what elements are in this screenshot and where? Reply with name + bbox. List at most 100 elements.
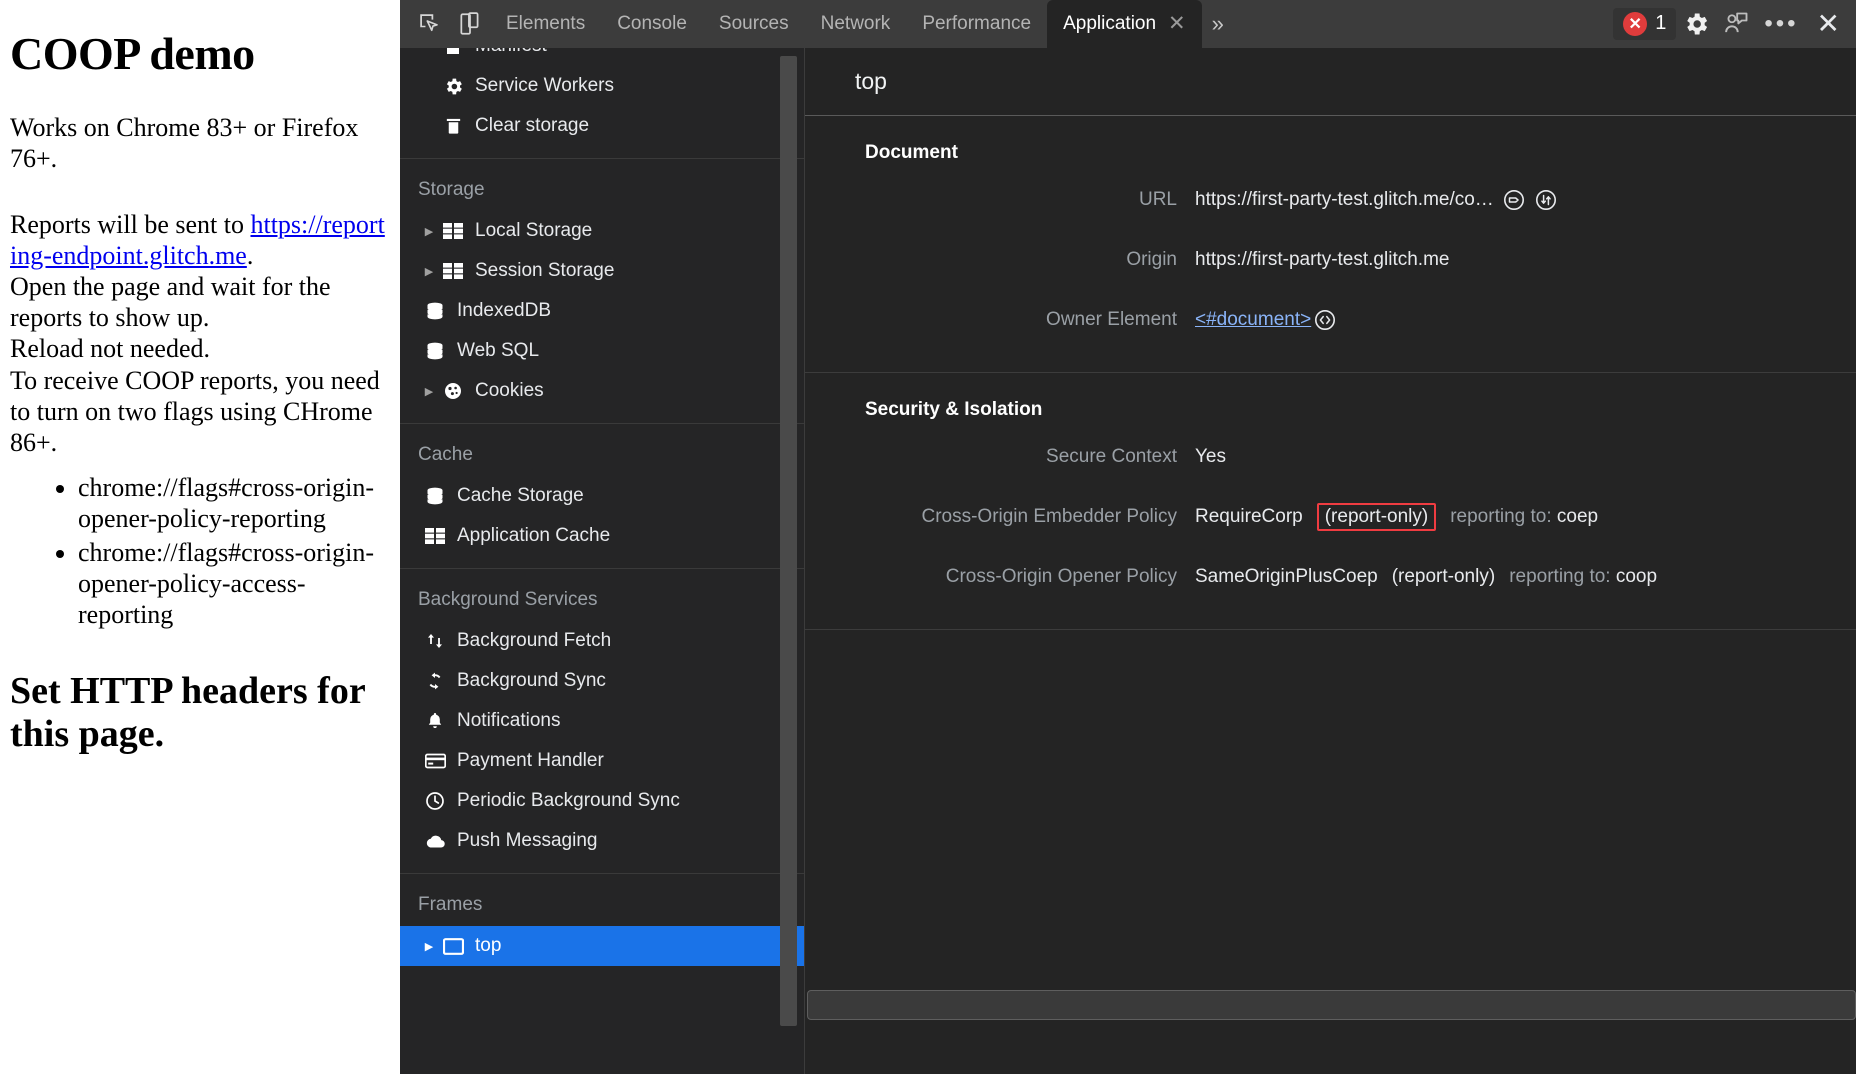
page-line-1: Reload not needed.	[10, 334, 210, 364]
row-label: Cross-Origin Opener Policy	[945, 566, 1177, 587]
error-count-label: 1	[1655, 12, 1667, 34]
tab-application[interactable]: Application ✕	[1047, 0, 1202, 48]
cloud-icon	[422, 834, 448, 849]
section-title: Security & Isolation	[865, 399, 1043, 420]
devtools-body: ▶ Manifest ▶ Service Workers ▶	[400, 48, 1856, 1074]
coep-reporting-group: reporting to: coep	[1450, 506, 1598, 528]
origin-value: https://first-party-test.glitch.me	[1195, 249, 1450, 270]
scroll-into-view-circle-icon[interactable]	[1534, 188, 1558, 212]
sidebar-item-web-sql[interactable]: ▶ Web SQL	[400, 331, 804, 371]
sidebar-item-label: Clear storage	[475, 115, 590, 136]
section-document: Document URL https://first-party-test.gl…	[805, 116, 1856, 373]
sidebar-group-background-services: Background Services ▶ Background Fetch ▶	[400, 569, 804, 874]
sidebar-item-background-sync[interactable]: ▶ Background Sync	[400, 661, 804, 701]
coep-report-only-badge: (report-only)	[1316, 503, 1437, 531]
row-origin: Origin https://first-party-test.glitch.m…	[805, 230, 1856, 290]
sidebar-item-payment-handler[interactable]: ▶ Payment Handler	[400, 741, 804, 781]
table-icon	[440, 223, 466, 239]
chevron-double-right-icon[interactable]: »	[1202, 11, 1234, 37]
row-label: URL	[1138, 189, 1177, 210]
frame-details-title: top	[805, 48, 1856, 116]
sidebar-item-cache-storage[interactable]: ▶ Cache Storage	[400, 476, 804, 516]
credit-card-icon	[422, 753, 448, 769]
coop-reporting-label: reporting to:	[1509, 566, 1616, 587]
cookie-icon	[440, 381, 466, 401]
sidebar-item-application-cache[interactable]: ▶ Application Cache	[400, 516, 804, 556]
application-sidebar[interactable]: ▶ Manifest ▶ Service Workers ▶	[400, 48, 805, 1074]
sidebar-item-manifest[interactable]: ▶ Manifest	[400, 48, 804, 66]
sidebar-item-clear-storage[interactable]: ▶ Clear storage	[400, 106, 804, 146]
sidebar-item-background-fetch[interactable]: ▶ Background Fetch	[400, 621, 804, 661]
url-label-circle-icon[interactable]	[1502, 188, 1526, 212]
arrows-up-down-icon	[422, 631, 448, 651]
tab-console[interactable]: Console	[601, 0, 703, 48]
sidebar-item-service-workers[interactable]: ▶ Service Workers	[400, 66, 804, 106]
row-coop: Cross-Origin Opener Policy SameOriginPlu…	[805, 547, 1856, 607]
device-toolbar-icon[interactable]	[450, 5, 490, 43]
sidebar-item-label: Service Workers	[475, 75, 615, 96]
row-value-group: <#document>	[1195, 308, 1856, 332]
sidebar-group-header: Frames	[418, 894, 483, 915]
reveal-code-circle-icon[interactable]	[1313, 308, 1337, 332]
database-icon	[422, 486, 448, 506]
tab-network[interactable]: Network	[805, 0, 907, 48]
gear-icon[interactable]	[1676, 5, 1716, 43]
sidebar-item-session-storage[interactable]: ▶ Session Storage	[400, 251, 804, 291]
sidebar-item-push-messaging[interactable]: ▶ Push Messaging	[400, 821, 804, 861]
flags-list: chrome://flags#cross-origin-opener-polic…	[10, 472, 390, 630]
row-label: Owner Element	[1046, 309, 1177, 330]
sidebar-item-cookies[interactable]: ▶ Cookies	[400, 371, 804, 411]
coop-reporting-target: coop	[1615, 566, 1658, 587]
sidebar-item-label: Session Storage	[475, 260, 615, 281]
row-value-group: https://first-party-test.glitch.me	[1195, 249, 1856, 271]
sidebar-item-label: IndexedDB	[457, 300, 552, 321]
disclosure-arrow[interactable]: ▶	[418, 225, 440, 238]
row-url: URL https://first-party-test.glitch.me/c…	[805, 170, 1856, 230]
page-paragraph-reports: Reports will be sent to https://reportin…	[10, 209, 390, 459]
trash-icon	[440, 117, 466, 136]
kebab-dots-icon[interactable]: •••	[1756, 10, 1806, 38]
frame-icon	[440, 937, 466, 955]
sidebar-item-label: Cookies	[475, 380, 544, 401]
sidebar-group-header: Cache	[418, 444, 473, 465]
sidebar-item-indexeddb[interactable]: ▶ IndexedDB	[400, 291, 804, 331]
feedback-person-icon[interactable]	[1716, 5, 1756, 43]
sidebar-item-label: Local Storage	[475, 220, 593, 241]
disclosure-arrow[interactable]: ▶	[418, 265, 440, 278]
sidebar-item-label: top	[475, 935, 502, 956]
coop-reporting-group: reporting to: coop	[1509, 566, 1657, 588]
list-item: chrome://flags#cross-origin-opener-polic…	[78, 472, 390, 534]
sidebar-vertical-scrollbar[interactable]	[780, 56, 797, 1026]
owner-element-link[interactable]: <#document>	[1195, 309, 1311, 331]
page-paragraph-browsers: Works on Chrome 83+ or Firefox 76+.	[10, 113, 359, 174]
table-icon	[440, 263, 466, 279]
tab-performance[interactable]: Performance	[906, 0, 1047, 48]
disclosure-arrow[interactable]: ▶	[418, 940, 440, 953]
tab-elements[interactable]: Elements	[490, 0, 601, 48]
close-icon[interactable]: ✕	[1168, 13, 1186, 34]
horizontal-scrollbar-thumb[interactable]	[807, 990, 1856, 1020]
row-label: Origin	[1126, 249, 1177, 270]
sidebar-item-top-frame[interactable]: ▶ top	[400, 926, 804, 966]
coep-value: RequireCorp	[1195, 506, 1303, 527]
sidebar-item-local-storage[interactable]: ▶ Local Storage	[400, 211, 804, 251]
page-title: COOP demo	[10, 28, 255, 79]
sidebar-item-label: Application Cache	[457, 525, 611, 546]
sync-icon	[422, 671, 448, 691]
sidebar-item-notifications[interactable]: ▶ Notifications	[400, 701, 804, 741]
error-count-badge[interactable]: ✕ 1	[1613, 7, 1677, 40]
row-value-group: Yes	[1195, 446, 1856, 468]
coep-reporting-target: coep	[1556, 506, 1599, 527]
tab-sources[interactable]: Sources	[703, 0, 805, 48]
sidebar-group-header: Storage	[418, 179, 485, 200]
horizontal-scrollbar-track	[805, 988, 1856, 1022]
sidebar-group-cache: Cache ▶ Cache Storage ▶	[400, 424, 804, 569]
sidebar-item-periodic-background-sync[interactable]: ▶ Periodic Background Sync	[400, 781, 804, 821]
close-devtools-icon[interactable]: ✕	[1807, 9, 1850, 38]
sidebar-item-label: Payment Handler	[457, 750, 604, 771]
gear-icon	[440, 76, 466, 97]
page-line-0: Open the page and wait for the reports t…	[10, 272, 331, 333]
sidebar-group-storage: Storage ▶ Local Storage ▶ Session Storag…	[400, 159, 804, 424]
disclosure-arrow[interactable]: ▶	[418, 385, 440, 398]
inspect-element-icon[interactable]	[410, 5, 450, 43]
